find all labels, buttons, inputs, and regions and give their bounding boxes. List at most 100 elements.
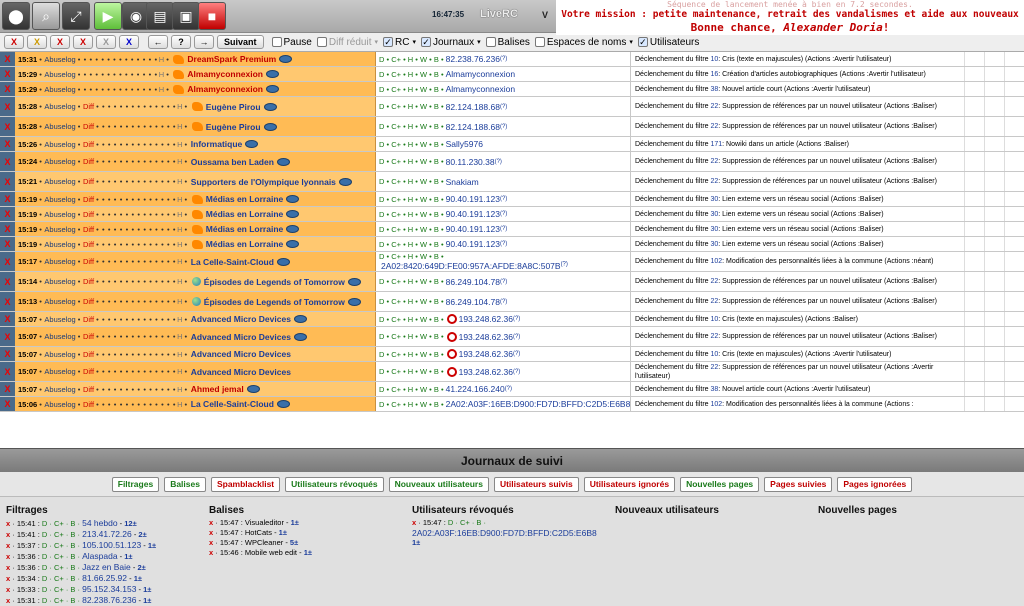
remove-icon[interactable]: x xyxy=(209,548,213,557)
history-link[interactable]: H xyxy=(177,157,182,166)
tab-utilisateurs-r-voqu-s[interactable]: Utilisateurs révoqués xyxy=(285,476,384,492)
user-links[interactable]: D • C+ • H • W • B • xyxy=(379,122,444,131)
diff-link[interactable]: Diff xyxy=(83,277,94,286)
user-info-link[interactable]: (?) xyxy=(513,316,520,322)
dcb-links[interactable]: D · C+ · B · xyxy=(448,518,486,527)
diff-link[interactable]: Diff xyxy=(83,195,94,204)
remove-icon[interactable]: x xyxy=(412,518,416,527)
clear-blue-button[interactable]: X xyxy=(119,35,139,49)
tab-balises[interactable]: Balises xyxy=(164,476,206,492)
diff-link[interactable]: Diff xyxy=(83,177,94,186)
remove-icon[interactable]: x xyxy=(6,563,10,572)
user-info-link[interactable]: (?) xyxy=(495,159,502,165)
history-link[interactable]: H xyxy=(177,195,182,204)
watch-eye-icon[interactable] xyxy=(338,177,352,186)
watch-eye-icon[interactable] xyxy=(347,277,361,286)
diff-link[interactable]: Diff xyxy=(83,332,94,341)
remove-icon[interactable]: x xyxy=(6,519,10,528)
page-title-link[interactable]: Médias en Lorraine xyxy=(206,224,283,234)
user-links[interactable]: D • C+ • H • W • B • xyxy=(379,315,444,324)
history-link[interactable]: H xyxy=(177,350,182,359)
user-links[interactable]: D • C+ • H • W • B • xyxy=(379,177,444,186)
user-info-link[interactable]: (?) xyxy=(500,299,507,305)
revert-button[interactable]: X xyxy=(0,207,15,221)
history-link[interactable]: H xyxy=(177,385,182,394)
history-link[interactable]: H xyxy=(177,400,182,409)
user-links[interactable]: D • C+ • H • W • B • xyxy=(379,240,444,249)
dcb-links[interactable]: D · C+ · B · xyxy=(42,585,82,594)
watch-eye-icon[interactable] xyxy=(263,102,277,111)
remove-icon[interactable]: x xyxy=(6,541,10,550)
revert-button[interactable]: X xyxy=(0,67,15,81)
user-info-link[interactable]: (?) xyxy=(513,369,520,375)
history-link[interactable]: H xyxy=(177,315,182,324)
abuselog-link[interactable]: Abuselog xyxy=(44,297,75,306)
watch-eye-icon[interactable] xyxy=(286,225,300,233)
abuselog-link[interactable]: Abuselog xyxy=(44,70,75,79)
toolbar-button[interactable]: ■ xyxy=(198,2,226,30)
history-link[interactable]: H xyxy=(159,70,164,79)
watch-eye-icon[interactable] xyxy=(276,257,290,266)
tab-pages-ignor-es[interactable]: Pages ignorées xyxy=(837,476,913,492)
user-info-link[interactable]: (?) xyxy=(500,196,507,202)
diff-link[interactable]: Diff xyxy=(83,210,94,219)
user-links[interactable]: D • C+ • H • W • B • xyxy=(379,400,444,409)
user-link[interactable]: 41.224.166.240 xyxy=(446,384,505,394)
revert-button[interactable]: X xyxy=(0,397,15,411)
user-info-link[interactable]: (?) xyxy=(500,124,507,130)
clear-yellow-button[interactable]: X xyxy=(27,35,47,49)
user-link[interactable]: 90.40.191.123 xyxy=(446,209,500,219)
page-title-link[interactable]: Supporters de l'Olympique lyonnais xyxy=(191,177,336,187)
suivant-button[interactable]: Suivant xyxy=(217,35,264,49)
tab-spamblacklist[interactable]: Spamblacklist xyxy=(210,476,281,492)
diff-link[interactable]: Diff xyxy=(83,102,94,111)
abuselog-link[interactable]: Abuselog xyxy=(44,277,75,286)
remove-icon[interactable]: x xyxy=(209,528,213,537)
revert-button[interactable]: X xyxy=(0,52,15,66)
user-links[interactable]: D • C+ • H • W • B • xyxy=(379,157,444,166)
diff-link[interactable]: Diff xyxy=(83,157,94,166)
entry-link[interactable]: 54 hebdo xyxy=(82,518,117,528)
watch-eye-icon[interactable] xyxy=(286,240,300,248)
history-link[interactable]: H xyxy=(177,140,182,149)
page-title-link[interactable]: Oussama ben Laden xyxy=(191,157,274,167)
revert-button[interactable]: X xyxy=(0,362,15,381)
watch-eye-icon[interactable] xyxy=(266,85,279,93)
user-link[interactable]: 90.40.191.123 xyxy=(446,239,500,249)
abuselog-link[interactable]: Abuselog xyxy=(44,55,75,64)
user-link[interactable]: Almamyconnexion xyxy=(446,84,515,94)
history-link[interactable]: H xyxy=(177,225,182,234)
page-title-link[interactable]: La Celle-Saint-Cloud xyxy=(191,399,274,409)
user-info-link[interactable]: (?) xyxy=(500,104,507,110)
user-link[interactable]: Almamyconnexion xyxy=(446,69,515,79)
remove-icon[interactable]: x xyxy=(6,574,10,583)
user-links[interactable]: D • C+ • H • W • B • xyxy=(379,332,444,341)
checkbox-box[interactable] xyxy=(485,37,496,47)
clear-all-button[interactable]: X xyxy=(4,35,24,49)
tab-nouvelles-pages[interactable]: Nouvelles pages xyxy=(680,476,760,492)
user-links[interactable]: D • C+ • H • W • B • xyxy=(379,297,444,306)
abuselog-link[interactable]: Abuselog xyxy=(44,385,75,394)
abuselog-link[interactable]: Abuselog xyxy=(44,257,75,266)
clear-grey-button[interactable]: X xyxy=(96,35,116,49)
user-link[interactable]: 82.238.76.236 xyxy=(446,54,500,64)
diff-link[interactable]: Diff xyxy=(83,257,94,266)
user-links[interactable]: D • C+ • H • W • B • xyxy=(379,385,444,394)
revert-button[interactable]: X xyxy=(0,252,15,271)
checkbox-box[interactable] xyxy=(271,37,282,47)
user-links[interactable]: D • C+ • H • W • B • xyxy=(379,367,444,376)
diff-link[interactable]: Diff xyxy=(83,240,94,249)
watch-eye-icon[interactable] xyxy=(245,140,259,148)
entry-link[interactable]: Jazz en Baie xyxy=(82,562,131,572)
user-info-link[interactable]: (?) xyxy=(500,279,507,285)
user-link[interactable]: 82.124.188.68 xyxy=(446,122,500,132)
user-link[interactable]: 86.249.104.78 xyxy=(446,277,500,287)
remove-icon[interactable]: x xyxy=(6,585,10,594)
diff-link[interactable]: Diff xyxy=(83,385,94,394)
page-title-link[interactable]: Médias en Lorraine xyxy=(206,239,283,249)
user-link[interactable]: 90.40.191.123 xyxy=(446,194,500,204)
tab-nouveaux-utilisateurs[interactable]: Nouveaux utilisateurs xyxy=(388,476,489,492)
user-info-link[interactable]: (?) xyxy=(513,334,520,340)
tab-utilisateurs-suivis[interactable]: Utilisateurs suivis xyxy=(493,476,579,492)
abuselog-link[interactable]: Abuselog xyxy=(44,140,75,149)
